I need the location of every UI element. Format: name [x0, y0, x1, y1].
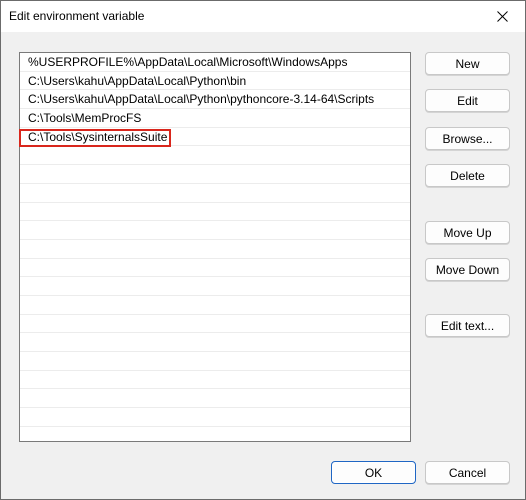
list-item[interactable]: [20, 184, 410, 203]
new-button[interactable]: New: [425, 52, 510, 75]
list-item[interactable]: [20, 389, 410, 409]
close-button[interactable]: [479, 1, 525, 32]
list-item-text: C:\Tools\SysinternalsSuite: [28, 129, 168, 144]
list-item-text: %USERPROFILE%\AppData\Local\Microsoft\Wi…: [28, 55, 348, 69]
edit-environment-variable-dialog: Edit environment variable %USERPROFILE%\…: [0, 0, 526, 500]
edit-button[interactable]: Edit: [425, 89, 510, 112]
window-title: Edit environment variable: [9, 9, 145, 23]
list-item[interactable]: [20, 221, 410, 240]
list-item[interactable]: [20, 427, 410, 441]
list-item[interactable]: [20, 277, 410, 296]
list-item[interactable]: [20, 315, 410, 334]
list-item[interactable]: [20, 408, 410, 427]
list-item[interactable]: [20, 352, 410, 371]
path-list[interactable]: %USERPROFILE%\AppData\Local\Microsoft\Wi…: [19, 52, 411, 442]
browse-button[interactable]: Browse...: [425, 127, 510, 150]
move-down-button[interactable]: Move Down: [425, 258, 510, 281]
list-item[interactable]: [20, 165, 410, 184]
ok-button[interactable]: OK: [331, 461, 416, 484]
list-item[interactable]: C:\Tools\MemProcFS: [20, 109, 410, 128]
close-icon: [496, 11, 508, 22]
list-item[interactable]: C:\Tools\SysinternalsSuite: [20, 128, 410, 147]
list-item[interactable]: [20, 296, 410, 315]
list-item[interactable]: C:\Users\kahu\AppData\Local\Python\bin: [20, 72, 410, 91]
list-item-text: C:\Users\kahu\AppData\Local\Python\pytho…: [28, 92, 375, 107]
list-item[interactable]: [20, 259, 410, 278]
list-item[interactable]: C:\Users\kahu\AppData\Local\Python\pytho…: [20, 90, 410, 110]
list-item[interactable]: [20, 146, 410, 166]
list-item-text: C:\Users\kahu\AppData\Local\Python\bin: [28, 73, 247, 88]
list-item[interactable]: [20, 371, 410, 390]
list-item[interactable]: [20, 203, 410, 222]
delete-button[interactable]: Delete: [425, 164, 510, 187]
list-item[interactable]: [20, 333, 410, 352]
list-item-text: C:\Tools\MemProcFS: [28, 111, 142, 126]
list-item[interactable]: [20, 240, 410, 259]
cancel-button[interactable]: Cancel: [425, 461, 510, 484]
move-up-button[interactable]: Move Up: [425, 221, 510, 244]
title-bar: Edit environment variable: [1, 1, 525, 32]
edit-text-button[interactable]: Edit text...: [425, 314, 510, 337]
list-item[interactable]: %USERPROFILE%\AppData\Local\Microsoft\Wi…: [20, 53, 410, 72]
